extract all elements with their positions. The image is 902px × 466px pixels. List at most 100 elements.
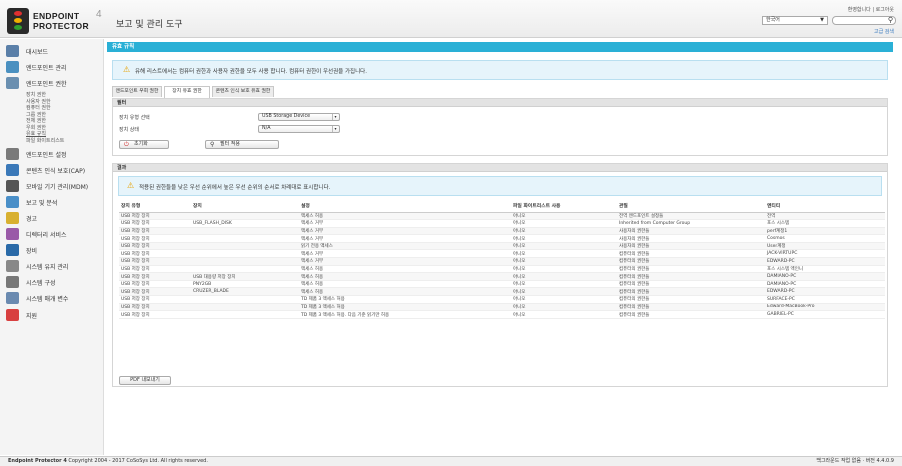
search-input[interactable]: ⚲	[832, 16, 896, 25]
sidebar-item-label: 엔드포인트 관리	[26, 65, 67, 72]
col-file-whitelist[interactable]: 파일 화이트리스트 사용	[511, 200, 617, 213]
tab-cap-effective[interactable]: 콘텐츠 인식 보호 유효 권한	[212, 86, 274, 97]
table-cell	[191, 234, 299, 243]
language-select[interactable]: 한국어 ▼	[762, 16, 828, 25]
table-cell: DAMIANO-PC	[765, 272, 885, 281]
sidebar-item-label: 대시보드	[26, 49, 49, 56]
table-row[interactable]: USB 저장 장치 읽기 전용 액세스 아니오 사용자의 권한들 User계정	[119, 242, 885, 251]
table-cell: USB 저장 장치	[119, 295, 191, 304]
sidebar-item-2[interactable]: 엔드포인트 권한	[0, 75, 104, 91]
parameters-icon	[6, 292, 19, 304]
maintenance-icon	[6, 260, 19, 272]
col-source[interactable]: 관질	[617, 200, 765, 213]
sidebar-item-11[interactable]: 시스템 구성	[0, 274, 104, 290]
table-cell: USB 저장 장치	[119, 219, 191, 228]
table-row[interactable]: USB 저장 장치 액세스 거부 아니오 컴퓨터의 권한들 JACK-VIRTUPC	[119, 249, 885, 259]
table-row[interactable]: USB 저장 장치 CRUZER_BLADE 액세스 허용 아니오 컴퓨터의 권한들 ED…	[119, 287, 885, 297]
table-row[interactable]: USB 저장 장치 USB 대용량 저장 장치 액세스 허용 아니오 컴퓨터의 권한들 D…	[119, 272, 885, 281]
chevron-down-icon: ▾	[332, 126, 338, 132]
table-cell: TD 제품 3 액세스 허용. 다음 기준 읽기만 허용	[299, 310, 511, 319]
sidebar-item-4[interactable]: 콘텐츠 인식 보호(CAP)	[0, 162, 104, 178]
col-entity[interactable]: 엔티티	[765, 200, 885, 213]
sidebar-item-6[interactable]: 보고 및 분석	[0, 194, 104, 210]
table-row[interactable]: USB 저장 장치 액세스 허용 아니오 컴퓨터의 권한들 포스 시스템 엑인니	[119, 265, 885, 274]
copyright-product: Endpoint Protector 4	[8, 458, 67, 464]
device-status-select[interactable]: N/A ▾	[258, 125, 340, 133]
table-row[interactable]: USB 저장 장치 USB_FLASH_DISK 액세스 거부 아니오 Inherite…	[119, 219, 885, 228]
table-row[interactable]: USB 저장 장치 TD 제품 3 액세스 허용. 다음 기준 읽기만 허용 아니오…	[119, 310, 885, 319]
endpoint-protector-logo[interactable]: ENDPOINT PROTECTOR	[7, 8, 95, 34]
col-setting[interactable]: 설정	[299, 200, 511, 213]
table-row[interactable]: USB 저장 장치 액세스 거부 아니오 사용자의 권한들 Cosmos	[119, 234, 885, 243]
sidebar-item-5[interactable]: 모바일 기기 관리(MDM)	[0, 178, 104, 194]
table-cell: 컴퓨터의 권한들	[617, 265, 765, 274]
search-icon[interactable]: ⚲	[888, 16, 893, 24]
sidebar-item-9[interactable]: 장비	[0, 242, 104, 258]
pdf-export-button[interactable]: PDF 내보내기	[119, 376, 171, 385]
app-header: ENDPOINT PROTECTOR 4 보고 및 관리 도구 환영합니다 | …	[0, 0, 902, 38]
table-cell: 아니오	[511, 265, 617, 274]
table-cell: 아니오	[511, 295, 617, 304]
table-cell: 전역	[765, 212, 885, 221]
reset-button[interactable]: ⏻ 초기화	[119, 140, 169, 149]
info-message: ⚠ 유해 리스트에서는 컴퓨터 권한과 사용자 권한을 모두 사용 합니다. 컴…	[112, 60, 888, 80]
table-cell: 컴퓨터의 권한들	[617, 257, 765, 266]
main-content: 유효 규칙 ⚠ 유해 리스트에서는 컴퓨터 권한과 사용자 권한을 모두 사용 …	[107, 42, 893, 452]
table-cell: 사용자의 권한들	[617, 234, 765, 243]
sidebar-item-label: 지원	[26, 313, 38, 320]
table-row[interactable]: USB 저장 장치 PNY2GB 액세스 허용 아니오 컴퓨터의 권한들 DAMIANO-…	[119, 280, 885, 289]
sidebar: 대시보드엔드포인트 관리엔드포인트 권한엔드포인트 설정콘텐츠 인식 보호(CA…	[0, 39, 104, 455]
logo-line1: ENDPOINT	[33, 11, 80, 21]
table-cell: SURFACE-PC	[765, 295, 885, 304]
copyright: Endpoint Protector 4 Copyright 2004 - 20…	[8, 457, 208, 466]
apply-filter-button[interactable]: ⚲ 필터 적용	[205, 140, 279, 149]
sidebar-item-10[interactable]: 시스템 유지 관리	[0, 258, 104, 274]
table-cell: USB 저장 장치	[119, 212, 191, 221]
table-row[interactable]: USB 저장 장치 TD 제품 3 액세스 허용 아니오 컴퓨터의 권한들 SURFAC…	[119, 295, 885, 304]
chevron-down-icon: ▼	[820, 17, 824, 23]
alert-icon	[6, 212, 19, 224]
sidebar-item-label: 엔드포인트 설정	[26, 152, 67, 159]
top-links[interactable]: 환영합니다 | 로그아웃	[848, 6, 894, 13]
tab-endpoint-bypass[interactable]: 엔드포인트 우회 권한	[112, 86, 162, 97]
apply-filter-label: 필터 적용	[220, 141, 240, 147]
table-cell: USB 저장 장치	[119, 227, 191, 236]
table-row[interactable]: USB 저장 장치 액세스 거부 아니오 컴퓨터의 권한들 EDWARD-PC	[119, 257, 885, 266]
tab-device-effective[interactable]: 장치 유효 권한	[164, 86, 210, 98]
table-cell: 컴퓨터의 권한들	[617, 272, 765, 281]
sidebar-subitem-7[interactable]: 파일 화이트리스트	[26, 137, 64, 144]
table-cell: Cosmos	[765, 234, 885, 243]
sidebar-item-7[interactable]: 경고	[0, 210, 104, 226]
table-cell: 아니오	[511, 272, 617, 281]
sidebar-item-8[interactable]: 디렉터리 서비스	[0, 226, 104, 242]
appliance-icon	[6, 244, 19, 256]
table-cell	[191, 265, 299, 274]
table-cell: USB_FLASH_DISK	[191, 219, 299, 228]
col-device[interactable]: 장치	[191, 200, 299, 213]
sidebar-item-12[interactable]: 시스템 매개 변수	[0, 290, 104, 306]
table-row[interactable]: USB 저장 장치 액세스 허용 아니오 전역 엔드포인트 설정들 전역	[119, 212, 885, 221]
search-icon: ⚲	[210, 141, 215, 148]
sidebar-item-1[interactable]: 엔드포인트 관리	[0, 59, 104, 75]
reset-icon: ⏻	[124, 141, 129, 148]
table-row[interactable]: USB 저장 장치 TD 제품 3 액세스 허용 아니오 컴퓨터의 권한들 Edward…	[119, 303, 885, 312]
advanced-search-link[interactable]: 고급 검색	[874, 28, 894, 35]
table-cell: 아니오	[511, 310, 617, 319]
permissions-icon	[6, 77, 19, 89]
table-row[interactable]: USB 저장 장치 액세스 거부 아니오 사용자의 권한들 perf계정1	[119, 227, 885, 236]
warning-icon: ⚠	[127, 181, 135, 190]
table-cell	[191, 257, 299, 266]
sidebar-item-0[interactable]: 대시보드	[0, 43, 104, 59]
table-cell: USB 저장 장치	[119, 234, 191, 243]
device-type-select[interactable]: USB Storage Device ▾	[258, 113, 340, 121]
col-device-type[interactable]: 장치 유형	[119, 200, 191, 213]
sidebar-item-3[interactable]: 엔드포인트 설정	[0, 146, 104, 162]
table-cell: USB 저장 장치	[119, 265, 191, 274]
table-cell: USB 저장 장치	[119, 310, 191, 319]
table-cell: USB 저장 장치	[119, 303, 191, 312]
table-cell: 아니오	[511, 303, 617, 312]
table-cell: 액세스 거부	[299, 257, 511, 266]
table-cell: 액세스 허용	[299, 265, 511, 274]
table-cell: USB 저장 장치	[119, 287, 191, 297]
sidebar-item-13[interactable]: 지원	[0, 307, 104, 323]
